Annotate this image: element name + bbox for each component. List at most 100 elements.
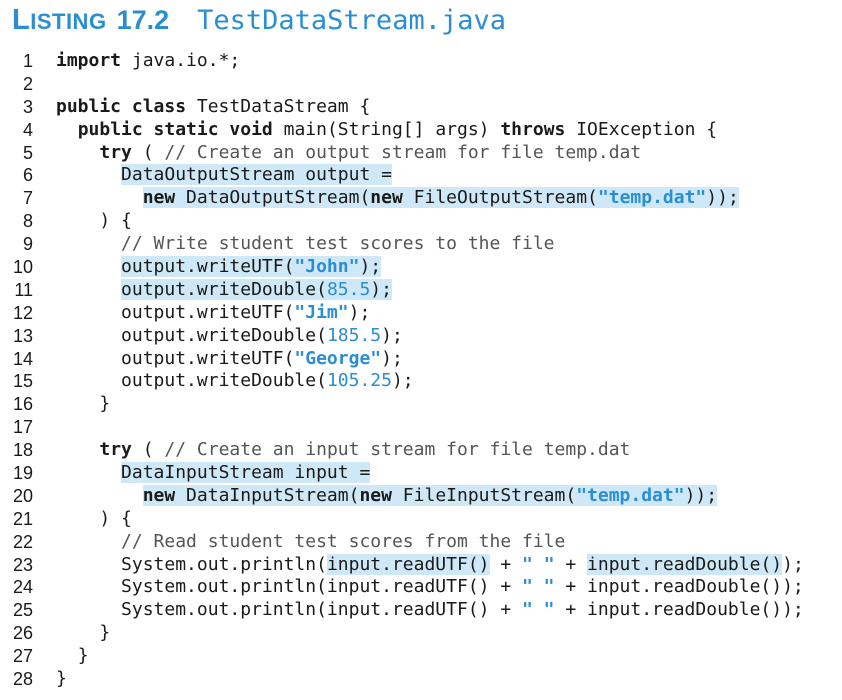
code-line: 27 } (0, 645, 842, 668)
line-number: 10 (12, 257, 33, 278)
code-token: output.writeDouble( (121, 370, 327, 392)
code-token: // Create an output stream for file temp… (164, 141, 642, 163)
code-token: output.writeDouble( (121, 278, 327, 300)
code-line: 6 DataOutputStream output = (0, 164, 842, 187)
listing-label-rest: ISTING (30, 9, 107, 34)
code-token: IOException { (565, 118, 718, 140)
code-text: output.writeUTF("George"); (56, 348, 403, 371)
line-number: 27 (12, 646, 33, 667)
code-token: output.writeUTF( (121, 301, 295, 323)
code-token: ); (359, 256, 382, 278)
code-text: System.out.println(input.readUTF() + " "… (56, 576, 804, 599)
code-token: TestDataStream { (186, 95, 371, 117)
line-number: 4 (22, 119, 33, 140)
code-token: FileOutputStream( (402, 187, 598, 209)
code-line: 18 try ( // Create an input stream for f… (0, 439, 842, 462)
code-token: DataInputStream input = (121, 462, 371, 484)
line-number: 16 (12, 394, 33, 415)
code-text: new DataOutputStream(new FileOutputStrea… (56, 187, 739, 210)
line-number: 6 (22, 165, 33, 186)
code-text: output.writeDouble(85.5); (56, 278, 392, 302)
code-text: DataInputStream input = (56, 462, 371, 485)
code-text: } (56, 393, 110, 416)
line-number: 24 (12, 577, 33, 598)
line-number: 22 (12, 531, 33, 552)
code-token: new (370, 187, 403, 209)
code-token: ) { (99, 210, 132, 232)
code-token: 85.5 (326, 278, 371, 300)
code-token: ); (391, 370, 414, 392)
code-text: } (56, 622, 110, 645)
code-line: 10 output.writeUTF("John"); (0, 256, 842, 279)
code-line: 22 // Read student test scores from the … (0, 531, 842, 554)
code-text: output.writeUTF("Jim"); (56, 302, 370, 325)
code-text: System.out.println(input.readUTF() + " "… (56, 553, 804, 577)
code-line: 4 public static void main(String[] args)… (0, 119, 842, 142)
line-number: 14 (12, 348, 33, 369)
line-number: 12 (12, 302, 33, 323)
code-line: 20 new DataInputStream(new FileInputStre… (0, 484, 842, 508)
code-line: 5 try ( // Create an output stream for f… (0, 142, 842, 165)
code-text: ) { (56, 508, 132, 531)
code-token: try (99, 439, 132, 461)
line-number: 21 (12, 508, 33, 529)
line-number: 26 (12, 623, 33, 644)
line-number: 28 (12, 669, 33, 690)
code-token: DataInputStream( (175, 484, 360, 506)
code-token: new (359, 484, 392, 506)
code-token: input.readDouble() (587, 553, 783, 575)
code-token: java.io.*; (121, 50, 241, 71)
line-number: 3 (22, 96, 33, 117)
code-text: System.out.println(input.readUTF() + " "… (56, 599, 804, 622)
code-text: // Read student test scores from the fil… (56, 531, 565, 554)
code-token: System.out.println(input.readUTF() + (121, 576, 522, 598)
line-number: 9 (22, 234, 33, 255)
listing-label-first: L (12, 4, 31, 36)
line-number: 18 (12, 440, 33, 461)
code-token: + (554, 553, 588, 575)
code-token: // Read student test scores from the fil… (121, 530, 566, 552)
code-token: "temp.dat" (597, 187, 707, 209)
code-token: ); (782, 553, 804, 575)
code-text: import java.io.*; (56, 50, 240, 73)
code-line: 12 output.writeUTF("Jim"); (0, 302, 842, 325)
code-text: new DataInputStream(new FileInputStream(… (56, 484, 718, 508)
code-text: DataOutputStream output = (56, 164, 392, 187)
line-number: 2 (22, 73, 33, 94)
code-token: System.out.println( (121, 553, 327, 575)
code-line: 8 ) { (0, 210, 842, 233)
listing-number: 17.2 (116, 5, 170, 35)
code-token: input.readUTF() (326, 553, 490, 575)
code-token: ) { (99, 507, 132, 529)
line-number: 8 (22, 211, 33, 232)
code-line: 13 output.writeDouble(185.5); (0, 325, 842, 348)
code-text: public class TestDataStream { (56, 96, 370, 119)
line-number: 23 (12, 554, 33, 575)
code-token: output.writeUTF( (121, 256, 295, 278)
line-number: 7 (22, 188, 33, 209)
code-text: output.writeUTF("John"); (56, 256, 382, 279)
code-token: ); (381, 347, 403, 369)
code-token: "George" (294, 347, 382, 369)
code-text: } (56, 645, 89, 668)
code-token: main(String[] args) (272, 118, 501, 140)
code-token: 185.5 (326, 324, 382, 346)
code-token: + (489, 553, 523, 575)
code-line: 15 output.writeDouble(105.25); (0, 370, 842, 393)
code-token: public class (56, 95, 187, 117)
code-token: output.writeDouble( (121, 324, 327, 346)
code-token: + input.readDouble()); (554, 576, 804, 598)
code-line: 17 (0, 416, 842, 439)
code-line: 11 output.writeDouble(85.5); (0, 278, 842, 302)
code-token: ); (370, 278, 392, 300)
code-line: 25 System.out.println(input.readUTF() + … (0, 599, 842, 622)
code-text: } (56, 668, 67, 691)
code-token: DataOutputStream( (175, 187, 371, 209)
code-line: 1 import java.io.*; (0, 50, 842, 73)
code-line: 7 new DataOutputStream(new FileOutputStr… (0, 187, 842, 210)
code-line: 16 } (0, 393, 842, 416)
code-token: } (77, 645, 89, 667)
code-line: 28} (0, 668, 842, 691)
code-token: output.writeUTF( (121, 347, 295, 369)
code-token: "John" (294, 256, 360, 278)
